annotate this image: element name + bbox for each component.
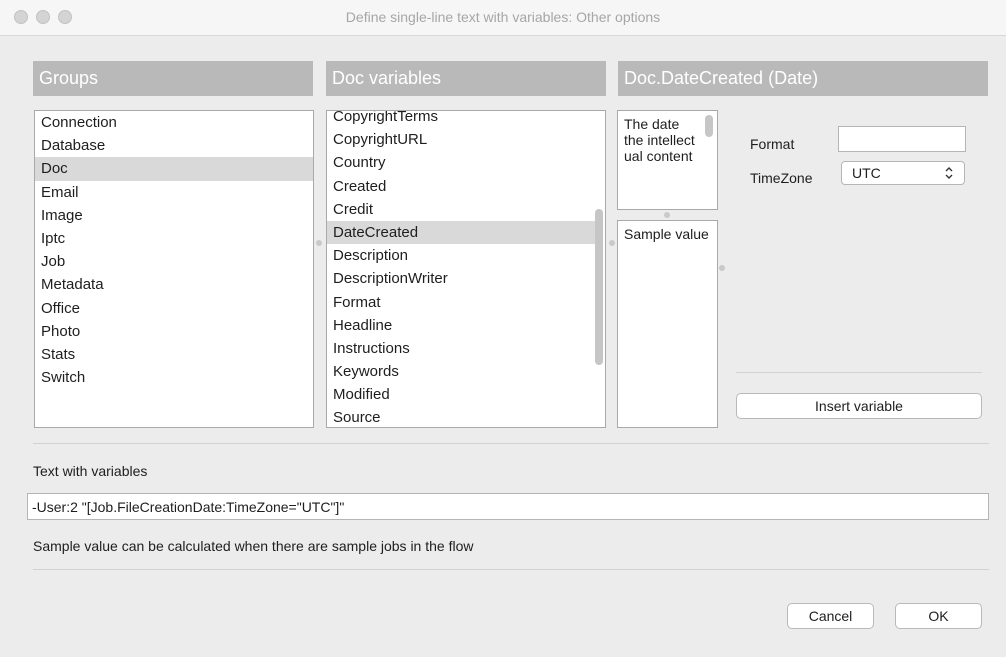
variable-list-item[interactable]: Description xyxy=(327,244,595,267)
variable-list-item[interactable]: CopyrightTerms xyxy=(327,111,595,128)
group-list-item[interactable]: Stats xyxy=(35,343,313,366)
groups-header: Groups xyxy=(33,61,313,96)
variables-splitter-handle[interactable] xyxy=(609,240,615,246)
group-list-item[interactable]: Photo xyxy=(35,320,313,343)
group-list-item[interactable]: Email xyxy=(35,181,313,204)
variable-list-item[interactable]: Headline xyxy=(327,314,595,337)
group-list-item[interactable]: Metadata xyxy=(35,273,313,296)
format-input[interactable] xyxy=(838,126,966,152)
variable-list-item[interactable]: Modified xyxy=(327,383,595,406)
variable-list-item[interactable]: Credit xyxy=(327,198,595,221)
window-title: Define single-line text with variables: … xyxy=(345,9,661,25)
variable-list-item[interactable]: Instructions xyxy=(327,337,595,360)
title-bar: Define single-line text with variables: … xyxy=(0,0,1006,36)
sample-value-text: Sample value xyxy=(624,226,709,242)
doc-variables-header: Doc variables xyxy=(326,61,606,96)
timezone-select[interactable]: UTC xyxy=(841,161,965,185)
groups-splitter-handle[interactable] xyxy=(316,240,322,246)
detail-divider xyxy=(736,372,982,373)
description-scrollbar-thumb[interactable] xyxy=(705,115,713,137)
variable-list-item[interactable]: Keywords xyxy=(327,360,595,383)
text-with-variables-input[interactable] xyxy=(27,493,989,520)
doc-variables-scrollbar-thumb[interactable] xyxy=(595,209,603,365)
group-list-item[interactable]: Connection xyxy=(35,111,313,134)
insert-variable-button[interactable]: Insert variable xyxy=(736,393,982,419)
variable-list-item[interactable]: DescriptionWriter xyxy=(327,267,595,290)
variable-list-item[interactable]: CopyrightURL xyxy=(327,128,595,151)
section-divider xyxy=(33,443,989,444)
chevron-up-down-icon xyxy=(945,167,953,179)
sample-value-hint: Sample value can be calculated when ther… xyxy=(33,538,474,554)
ok-button[interactable]: OK xyxy=(895,603,982,629)
group-list-item[interactable]: Doc xyxy=(35,157,313,181)
sample-value-box: Sample value xyxy=(617,220,718,428)
group-list-item[interactable]: Switch xyxy=(35,366,313,389)
groups-list[interactable]: Connection Database Doc Email Image Iptc Job Me… xyxy=(34,110,314,428)
bottom-divider xyxy=(33,569,989,570)
variable-list-item[interactable]: Country xyxy=(327,151,595,174)
doc-variables-scrollbar[interactable] xyxy=(594,111,605,427)
variable-list-item[interactable]: Format xyxy=(327,291,595,314)
description-text: The date the intellect ual content xyxy=(624,116,695,164)
variable-list-item[interactable]: Created xyxy=(327,175,595,198)
group-list-item[interactable]: Iptc xyxy=(35,227,313,250)
text-with-variables-label: Text with variables xyxy=(33,463,148,479)
detail-header: Doc.DateCreated (Date) xyxy=(618,61,988,96)
group-list-item[interactable]: Job xyxy=(35,250,313,273)
format-label: Format xyxy=(750,136,795,152)
variable-list-item[interactable]: DateCreated xyxy=(327,220,595,245)
cancel-button[interactable]: Cancel xyxy=(787,603,874,629)
group-list-item[interactable]: Database xyxy=(35,134,313,157)
timezone-selected-value: UTC xyxy=(852,165,881,181)
timezone-label: TimeZone xyxy=(750,170,813,186)
variable-list-item[interactable]: Source xyxy=(327,406,595,427)
description-splitter-handle[interactable] xyxy=(664,212,670,218)
description-box: The date the intellect ual content xyxy=(617,110,718,210)
doc-variables-list[interactable]: CopyrightTerms CopyrightURL Country Created… xyxy=(326,110,606,428)
group-list-item[interactable]: Image xyxy=(35,204,313,227)
group-list-item[interactable]: Office xyxy=(35,297,313,320)
detail-splitter-handle[interactable] xyxy=(719,265,725,271)
